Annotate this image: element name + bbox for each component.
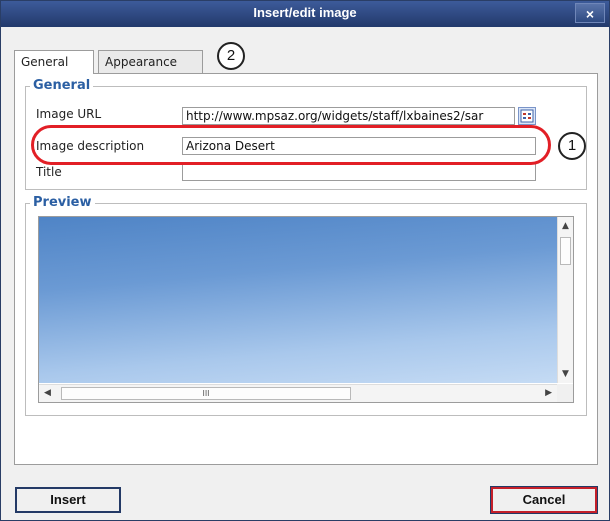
- image-url-field[interactable]: http://www.mpsaz.org/widgets/staff/lxbai…: [182, 107, 515, 125]
- scrollbar-corner: [557, 384, 573, 402]
- vertical-scroll-thumb[interactable]: [560, 237, 571, 265]
- close-button[interactable]: ×: [575, 3, 605, 23]
- title-bar[interactable]: Insert/edit image ×: [1, 1, 609, 27]
- scroll-right-arrow-icon[interactable]: ▶: [545, 388, 552, 398]
- scroll-down-arrow-icon[interactable]: ▼: [562, 369, 569, 379]
- insert-button[interactable]: Insert: [15, 487, 121, 513]
- callout-2: 2: [217, 42, 245, 70]
- scroll-left-arrow-icon[interactable]: ◀: [44, 388, 51, 398]
- browse-list-icon-graphic: [520, 109, 534, 123]
- title-label: Title: [36, 165, 62, 179]
- browse-list-icon[interactable]: [518, 107, 536, 125]
- highlight-ring: [31, 125, 551, 165]
- horizontal-scrollbar[interactable]: ◀ III ▶: [39, 384, 557, 402]
- scroll-up-arrow-icon[interactable]: ▲: [562, 221, 569, 231]
- preview-legend: Preview: [30, 195, 95, 210]
- tab-general[interactable]: General: [14, 50, 94, 74]
- preview-pane: ▲ ▼ ◀ III ▶: [38, 216, 574, 403]
- callout-1: 1: [558, 132, 586, 160]
- image-url-label: Image URL: [36, 107, 102, 121]
- cancel-button[interactable]: Cancel: [490, 486, 598, 514]
- general-legend: General: [30, 78, 94, 93]
- preview-fieldset: Preview ▲ ▼ ◀ III ▶: [25, 195, 587, 416]
- preview-image: [39, 217, 557, 383]
- horizontal-scroll-thumb[interactable]: III: [61, 387, 351, 400]
- dialog-title: Insert/edit image: [253, 5, 357, 20]
- tab-appearance[interactable]: Appearance: [98, 50, 203, 73]
- vertical-scrollbar[interactable]: ▲ ▼: [557, 217, 573, 383]
- title-field[interactable]: [182, 163, 536, 181]
- insert-edit-image-dialog: Insert/edit image × General Appearance 2…: [0, 0, 610, 521]
